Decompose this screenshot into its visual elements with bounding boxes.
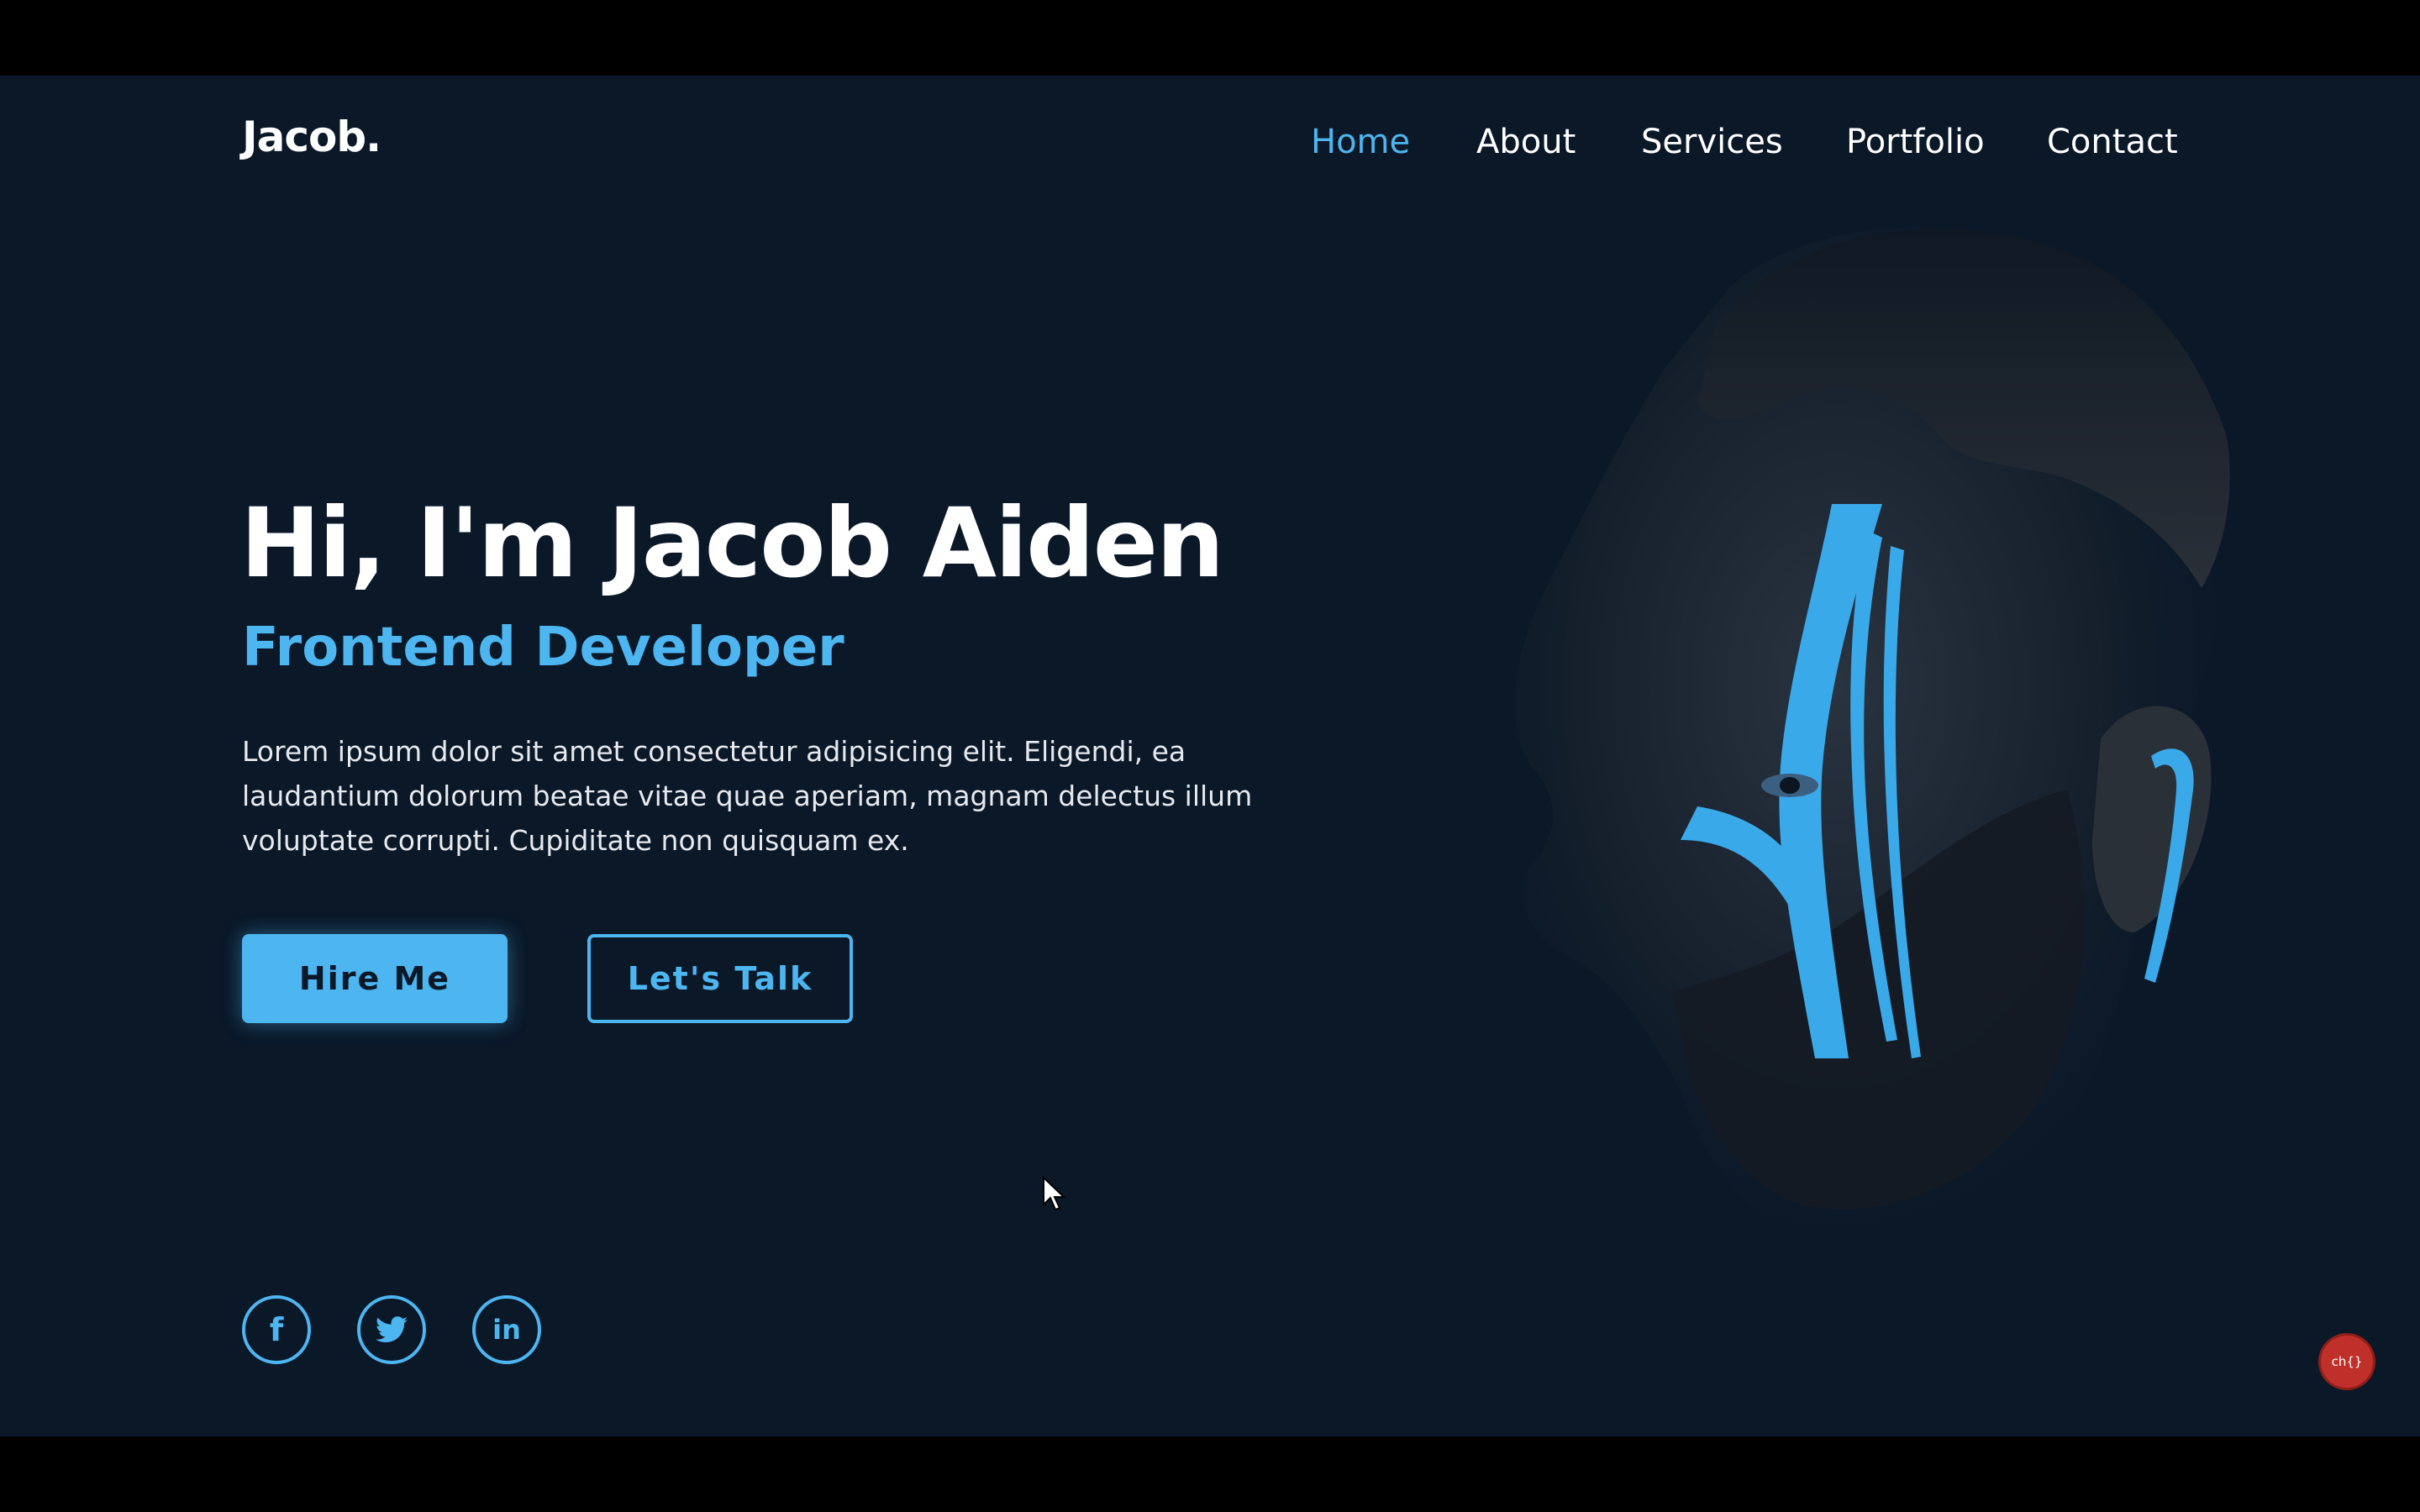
main-nav: Home About Services Portfolio Contact bbox=[0, 123, 2420, 173]
nav-portfolio[interactable]: Portfolio bbox=[1846, 123, 1985, 161]
nav-contact[interactable]: Contact bbox=[2047, 123, 2178, 161]
mouse-cursor-icon bbox=[1043, 1176, 1066, 1211]
hire-me-button[interactable]: Hire Me bbox=[242, 934, 508, 1023]
nav-services[interactable]: Services bbox=[1641, 123, 1783, 161]
facebook-icon[interactable]: f bbox=[242, 1295, 311, 1364]
hero-portrait-image bbox=[1514, 227, 2233, 1243]
hero-subtitle: Frontend Developer bbox=[242, 617, 844, 679]
linkedin-icon[interactable]: in bbox=[472, 1295, 541, 1364]
subscribe-badge-icon[interactable]: ch{} bbox=[2321, 1336, 2373, 1388]
letterbox-top bbox=[0, 0, 2420, 76]
nav-home[interactable]: Home bbox=[1311, 123, 1410, 161]
letterbox-bottom bbox=[0, 1436, 2420, 1512]
portfolio-page: Jacob. Home About Services Portfolio Con… bbox=[0, 76, 2420, 1436]
lets-talk-button[interactable]: Let's Talk bbox=[587, 934, 853, 1023]
twitter-icon[interactable] bbox=[357, 1295, 426, 1364]
hero-title: Hi, I'm Jacob Aiden bbox=[240, 487, 1224, 599]
hero-description: Lorem ipsum dolor sit amet consectetur a… bbox=[242, 735, 1253, 857]
nav-about[interactable]: About bbox=[1476, 123, 1576, 161]
